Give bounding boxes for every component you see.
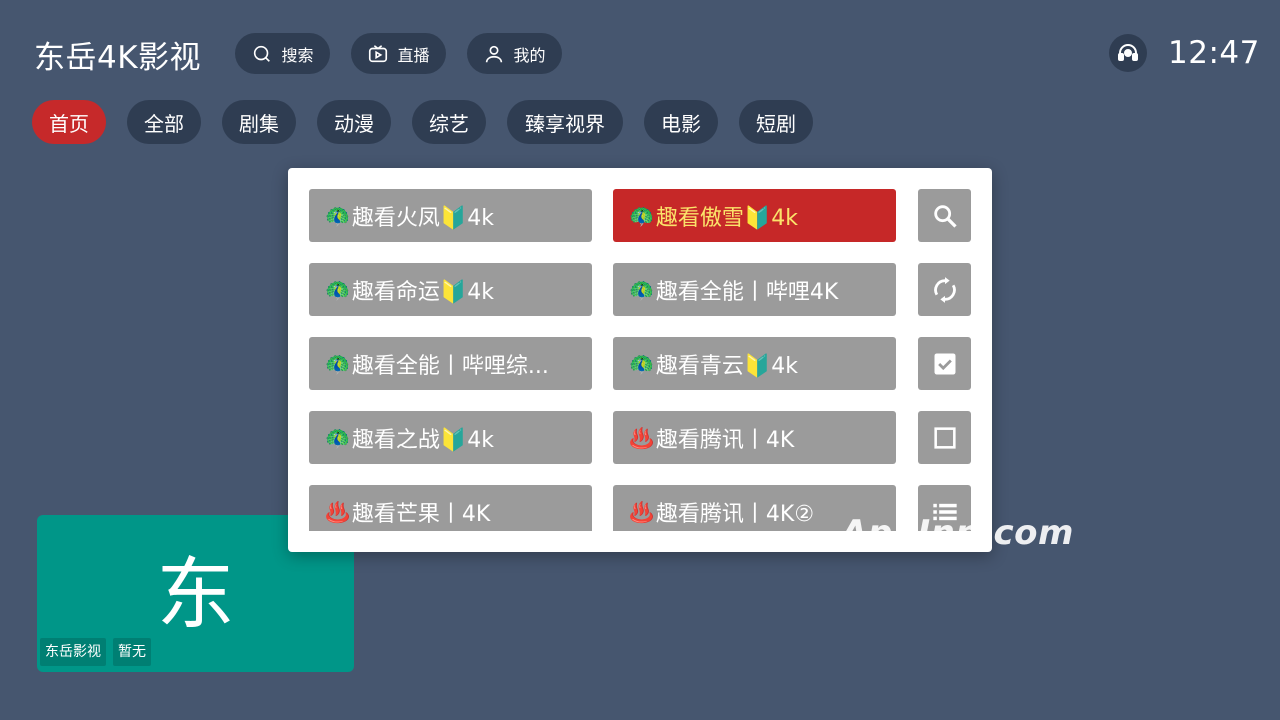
tile-source-tag: 东岳影视 <box>40 638 106 666</box>
search-icon <box>933 204 957 228</box>
category-tab[interactable]: 短剧 <box>739 100 813 144</box>
category-tab[interactable]: 首页 <box>32 100 106 144</box>
tile-status-tag: 暂无 <box>113 638 151 666</box>
search-button[interactable] <box>918 189 971 242</box>
source-picker-dialog: 🦚 趣看火凤🔰4k 🦚 趣看命运🔰4k 🦚 趣看全能丨哔哩综... 🦚 趣看之战🔰4k ♨️ 趣看… <box>288 168 1073 553</box>
live-label: 直播 <box>397 45 430 65</box>
unchecked-box-icon <box>933 426 956 449</box>
search-icon <box>254 45 271 62</box>
tile-placeholder-char: 东 <box>156 550 235 640</box>
checked-box-button[interactable] <box>918 337 971 390</box>
category-tab[interactable]: 全部 <box>127 100 201 144</box>
refresh-button[interactable] <box>918 263 971 316</box>
category-tab[interactable]: 动漫 <box>317 100 391 144</box>
category-tab[interactable]: 剧集 <box>222 100 296 144</box>
clock: 12:47 <box>1168 35 1260 71</box>
search-label: 搜索 <box>281 45 314 65</box>
category-tab[interactable]: 综艺 <box>412 100 486 144</box>
live-button[interactable]: 直播 <box>351 33 446 74</box>
category-tab[interactable]: 电影 <box>644 100 718 144</box>
mine-label: 我的 <box>513 45 546 65</box>
tv-icon <box>369 44 388 62</box>
headset-icon[interactable] <box>1109 34 1147 72</box>
mine-button[interactable]: 我的 <box>467 33 562 74</box>
category-tab[interactable]: 臻享视界 <box>507 100 623 144</box>
user-icon <box>486 45 503 62</box>
unchecked-box-button[interactable] <box>918 411 971 464</box>
search-button[interactable]: 搜索 <box>235 33 330 74</box>
watermark: AppInn.com <box>841 513 1074 553</box>
refresh-icon <box>933 276 956 303</box>
app-title: 东岳4K影视 <box>34 40 202 76</box>
checked-box-icon <box>934 353 955 374</box>
